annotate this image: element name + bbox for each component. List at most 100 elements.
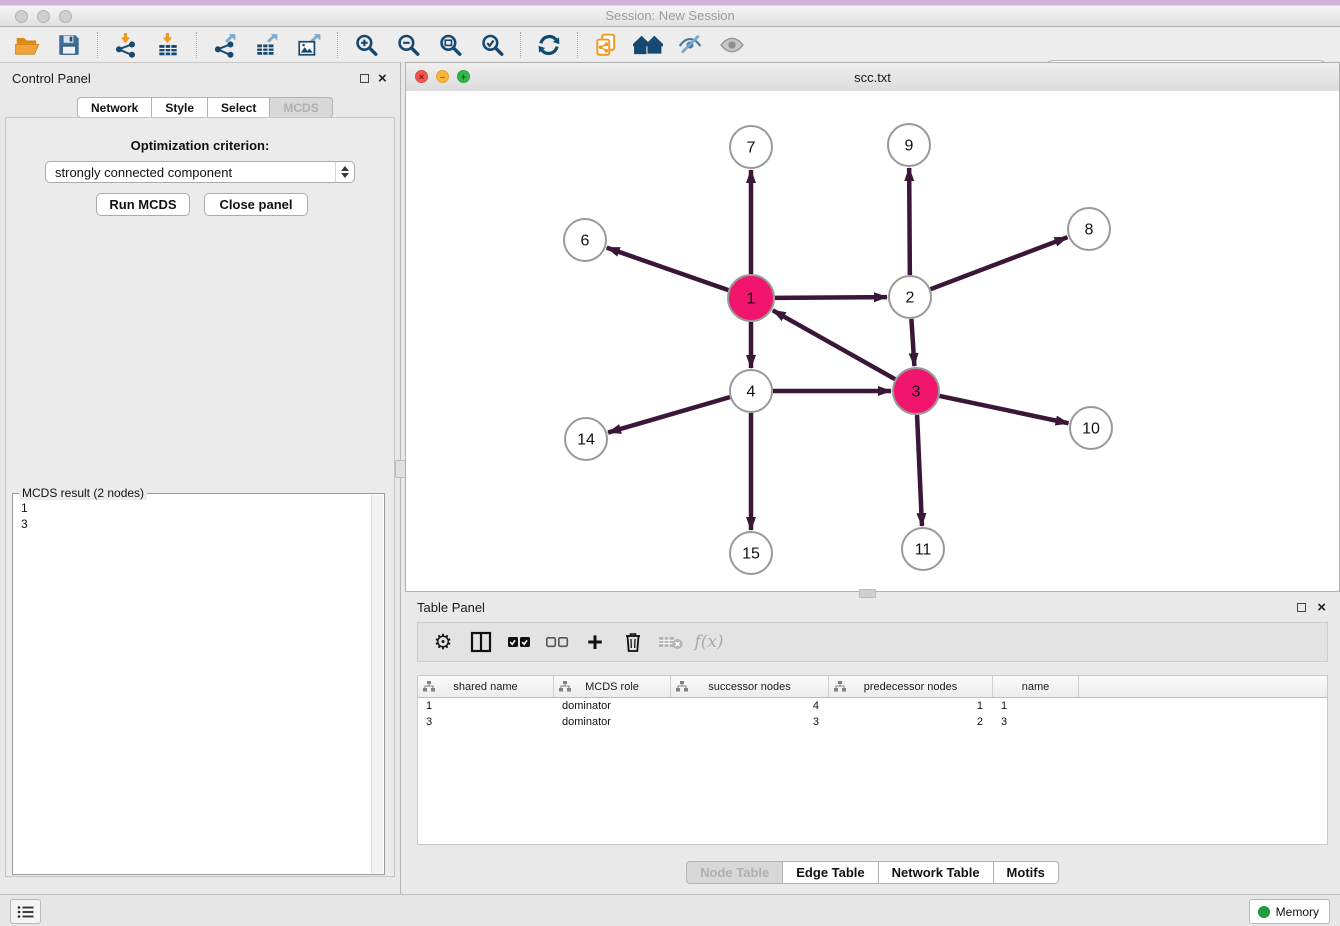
save-session-icon[interactable]	[54, 31, 84, 59]
table-cell[interactable]: 4	[671, 700, 829, 712]
table-cell[interactable]: 1	[993, 700, 1079, 712]
table-panel-close-icon[interactable]: ×	[1317, 603, 1326, 613]
export-image-icon[interactable]	[294, 31, 324, 59]
network-graph[interactable]: 7968124314101511	[406, 91, 1339, 591]
mcds-result-node: 1	[21, 500, 28, 516]
optimization-criterion-select[interactable]: strongly connected component	[45, 161, 355, 183]
task-history-button[interactable]	[10, 899, 41, 924]
delete-row-icon[interactable]	[618, 627, 648, 657]
export-network-icon[interactable]	[210, 31, 240, 59]
run-mcds-button[interactable]: Run MCDS	[96, 193, 190, 216]
tab-network-table[interactable]: Network Table	[879, 861, 994, 884]
graph-edge-1-6[interactable]	[607, 248, 729, 290]
graph-node-label: 1	[747, 291, 756, 308]
table-tabs: Node Table Edge Table Network Table Moti…	[405, 861, 1340, 884]
graph-node-label: 15	[742, 546, 760, 563]
graph-node-label: 14	[577, 432, 595, 449]
graph-edge-3-11[interactable]	[917, 415, 922, 526]
column-header-predecessor-nodes[interactable]: predecessor nodes	[829, 676, 993, 697]
tab-network[interactable]: Network	[77, 97, 152, 118]
import-table-icon[interactable]	[153, 31, 183, 59]
control-panel-title: Control Panel	[12, 71, 91, 86]
table-header-row: shared name MCDS role successor nodes pr…	[418, 676, 1327, 698]
hierarchy-icon	[559, 681, 571, 692]
show-column-icon[interactable]	[466, 627, 496, 657]
panel-divider[interactable]	[400, 62, 404, 894]
refresh-icon[interactable]	[534, 31, 564, 59]
tab-mcds[interactable]: MCDS	[270, 97, 332, 118]
graph-edge-2-8[interactable]	[931, 237, 1068, 289]
mcds-result-node: 3	[21, 516, 28, 532]
memory-label: Memory	[1276, 905, 1319, 919]
table-panel-title: Table Panel	[417, 600, 485, 615]
show-all-icon[interactable]	[717, 31, 747, 59]
table-cell[interactable]: 2	[829, 716, 993, 728]
memory-button[interactable]: Memory	[1249, 899, 1330, 924]
table-cell[interactable]: 3	[993, 716, 1079, 728]
hierarchy-icon	[834, 681, 846, 692]
hide-selected-icon[interactable]	[675, 31, 705, 59]
optimization-criterion-label: Optimization criterion:	[6, 138, 394, 153]
graph-edge-2-9[interactable]	[909, 168, 910, 275]
main-titlebar: Session: New Session	[0, 0, 1340, 27]
graph-edge-2-3[interactable]	[911, 319, 914, 366]
dropdown-selected-value: strongly connected component	[46, 165, 335, 180]
graph-edge-1-2[interactable]	[775, 297, 887, 298]
delete-table-icon[interactable]	[656, 627, 686, 657]
application-window: Session: New Session	[0, 0, 1340, 926]
clone-network-icon[interactable]	[591, 31, 621, 59]
mcds-result-list: 1 3	[21, 500, 28, 532]
column-header-shared-name[interactable]: shared name	[418, 676, 554, 697]
function-builder-icon[interactable]: f(x)	[694, 627, 724, 657]
table-cell[interactable]: dominator	[554, 700, 671, 712]
hierarchy-icon	[676, 681, 688, 692]
tab-select[interactable]: Select	[208, 97, 270, 118]
graph-node-label: 2	[906, 290, 915, 307]
zoom-in-icon[interactable]	[351, 31, 381, 59]
table-panel-float-icon[interactable]	[1297, 603, 1306, 612]
memory-status-icon	[1258, 906, 1270, 918]
zoom-out-icon[interactable]	[393, 31, 423, 59]
column-header-mcds-role[interactable]: MCDS role	[554, 676, 671, 697]
table-row[interactable]: 3 dominator 3 2 3	[418, 714, 1327, 730]
zoom-fit-icon[interactable]	[435, 31, 465, 59]
table-row[interactable]: 1 dominator 4 1 1	[418, 698, 1327, 714]
graph-node-label: 7	[747, 140, 756, 157]
table-cell[interactable]: 3	[671, 716, 829, 728]
table-cell[interactable]: 3	[418, 716, 554, 728]
import-network-icon[interactable]	[111, 31, 141, 59]
table-cell[interactable]: 1	[418, 700, 554, 712]
tab-motifs[interactable]: Motifs	[994, 861, 1059, 884]
export-table-icon[interactable]	[252, 31, 282, 59]
graph-edge-3-10[interactable]	[939, 396, 1068, 423]
graph-node-label: 6	[581, 233, 590, 250]
list-icon	[17, 905, 34, 919]
settings-gear-icon[interactable]: ⚙	[428, 627, 458, 657]
table-cell[interactable]: 1	[829, 700, 993, 712]
network-window-titlebar[interactable]: × – + scc.txt	[406, 63, 1339, 92]
network-window-title: scc.txt	[406, 70, 1339, 85]
graph-node-label: 3	[912, 384, 921, 401]
control-panel-close-icon[interactable]: ×	[378, 74, 387, 84]
open-session-icon[interactable]	[12, 31, 42, 59]
table-cell[interactable]: dominator	[554, 716, 671, 728]
graph-edge-3-1[interactable]	[773, 310, 895, 379]
close-panel-button[interactable]: Close panel	[204, 193, 308, 216]
tab-style[interactable]: Style	[152, 97, 208, 118]
column-header-name[interactable]: name	[993, 676, 1079, 697]
home-icon[interactable]	[633, 31, 663, 59]
tab-node-table[interactable]: Node Table	[686, 861, 783, 884]
control-panel-tabs: Network Style Select MCDS	[77, 97, 333, 118]
select-all-icon[interactable]	[504, 627, 534, 657]
network-canvas[interactable]: 7968124314101511	[406, 91, 1339, 591]
tab-edge-table[interactable]: Edge Table	[783, 861, 878, 884]
control-panel-float-icon[interactable]	[360, 74, 369, 83]
table-toolbar: ⚙ + f(x)	[417, 622, 1328, 662]
add-row-icon[interactable]: +	[580, 627, 610, 657]
zoom-selected-icon[interactable]	[477, 31, 507, 59]
column-header-successor-nodes[interactable]: successor nodes	[671, 676, 829, 697]
status-bar: Memory	[0, 894, 1340, 926]
result-scrollbar[interactable]	[371, 495, 383, 873]
deselect-all-icon[interactable]	[542, 627, 572, 657]
graph-edge-4-14[interactable]	[608, 397, 730, 432]
